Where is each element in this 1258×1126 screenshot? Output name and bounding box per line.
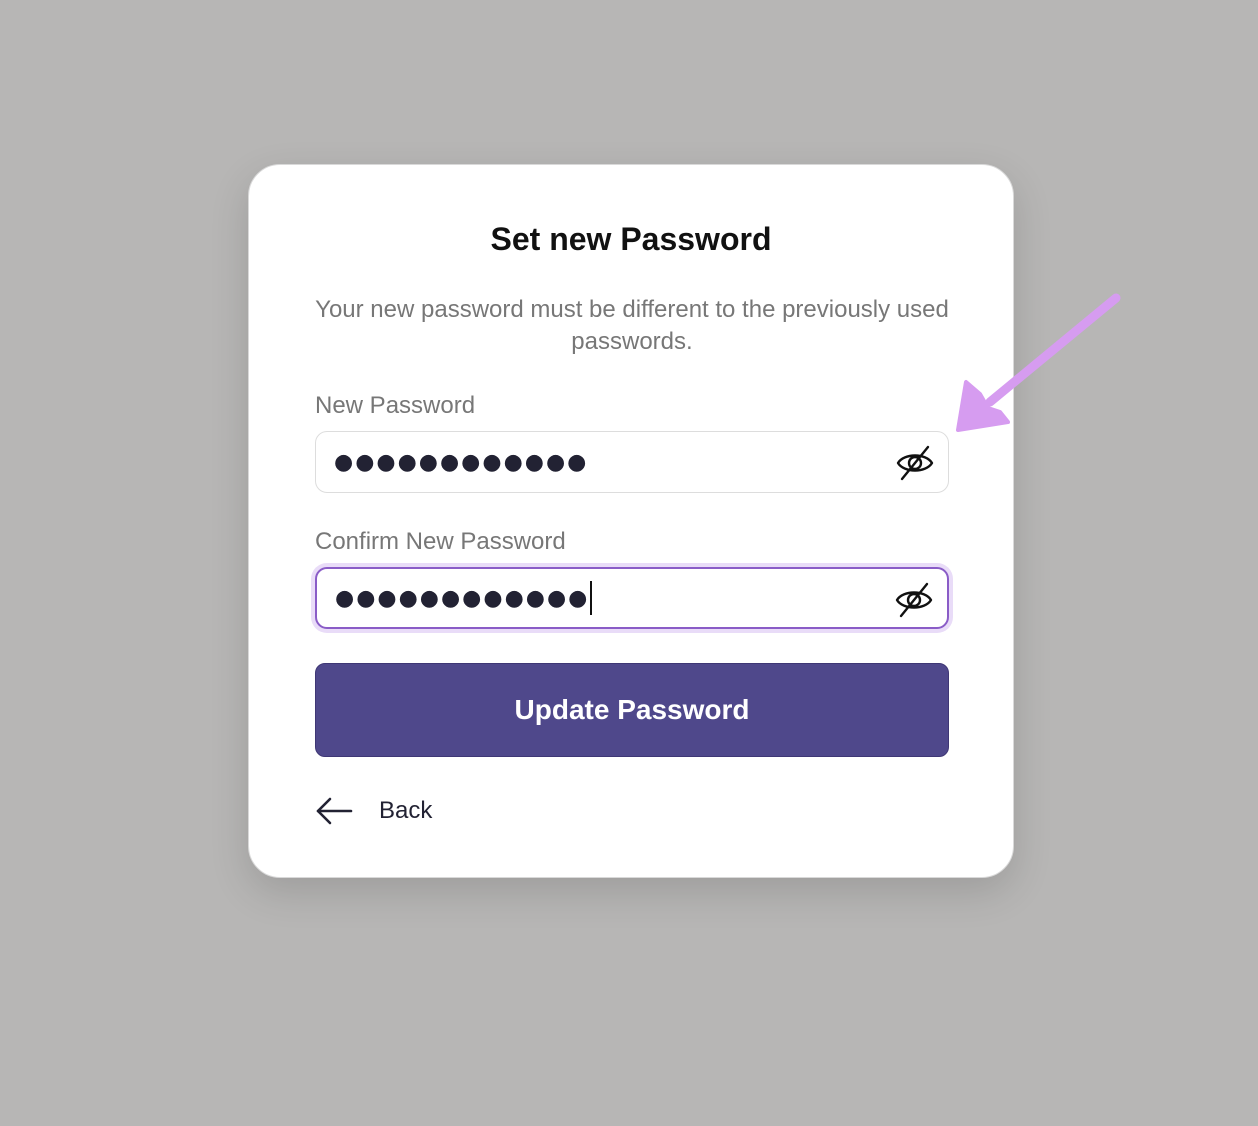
update-password-button[interactable]: Update Password xyxy=(315,663,949,757)
back-label: Back xyxy=(379,797,433,824)
confirm-password-value: ●●●●●●●●●●●● xyxy=(335,569,593,627)
new-password-value: ●●●●●●●●●●●● xyxy=(334,449,589,475)
eye-off-icon[interactable] xyxy=(896,444,934,482)
confirm-password-label: Confirm New Password xyxy=(315,528,566,555)
back-link[interactable]: Back xyxy=(315,791,432,831)
text-caret xyxy=(590,581,593,615)
arrow-left-icon xyxy=(315,791,355,831)
eye-off-icon[interactable] xyxy=(895,581,933,619)
set-password-card: Set new Password Your new password must … xyxy=(248,164,1014,878)
new-password-label: New Password xyxy=(315,392,476,419)
confirm-password-field[interactable]: ●●●●●●●●●●●● xyxy=(315,567,949,629)
page-subtitle: Your new password must be different to t… xyxy=(315,296,949,355)
page-title: Set new Password xyxy=(490,221,772,257)
new-password-field[interactable]: ●●●●●●●●●●●● xyxy=(315,431,949,493)
